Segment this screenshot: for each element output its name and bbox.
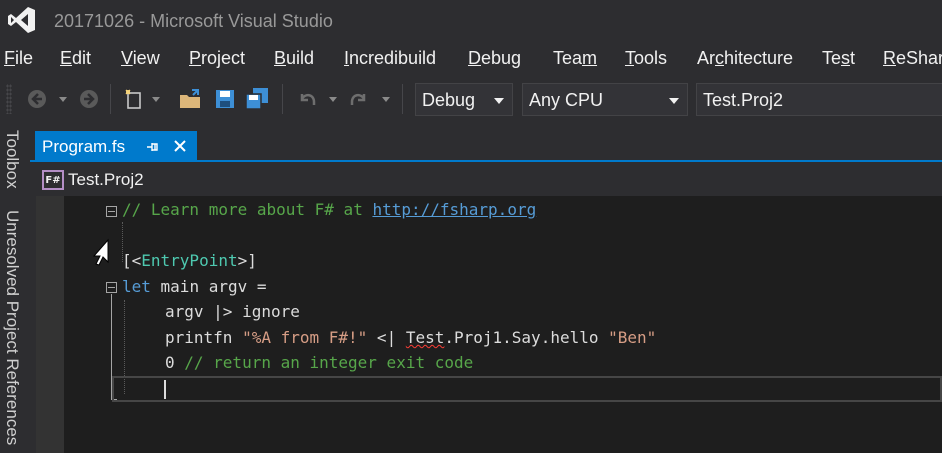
unresolved-project-references-tab[interactable]: Unresolved Project References [2, 210, 22, 445]
toolbox-tab[interactable]: Toolbox [2, 130, 22, 189]
menu-build[interactable]: Build [274, 48, 314, 69]
tab-label: Program.fs [42, 137, 126, 156]
menu-resharper[interactable]: ReSharper [883, 48, 942, 69]
menu-test[interactable]: Test [822, 48, 855, 69]
code-editor[interactable]: // Learn more about F# at http://fsharp.… [36, 196, 942, 453]
chevron-down-icon [494, 98, 504, 104]
new-project-button[interactable] [122, 86, 148, 112]
toolbar-separator [402, 84, 403, 114]
forward-icon [80, 90, 98, 108]
forward-button[interactable] [76, 86, 102, 112]
undo-button[interactable] [294, 86, 320, 112]
close-icon[interactable] [172, 138, 188, 154]
menu-bar: File Edit View Project Build Incredibuil… [0, 42, 942, 76]
code-line-3: [<EntryPoint>] [122, 251, 257, 270]
save-icon [216, 90, 234, 108]
menu-project[interactable]: Project [189, 48, 245, 69]
toolbar-separator [110, 84, 111, 114]
collapse-region-icon[interactable] [106, 206, 117, 217]
back-button[interactable] [24, 86, 50, 112]
redo-dropdown-icon[interactable] [382, 97, 390, 102]
mouse-pointer-icon [92, 238, 109, 266]
menu-debug[interactable]: Debug [468, 48, 521, 69]
text-caret [164, 380, 166, 399]
open-file-button[interactable] [178, 86, 204, 112]
menu-team[interactable]: Team [553, 48, 597, 69]
redo-button[interactable] [346, 86, 372, 112]
solution-platform-select[interactable]: Any CPU [522, 83, 688, 116]
menu-view[interactable]: View [121, 48, 160, 69]
code-line-1: // Learn more about F# at http://fsharp.… [122, 200, 537, 219]
menu-edit[interactable]: Edit [60, 48, 91, 69]
tab-program-fs[interactable]: Program.fs [35, 131, 197, 162]
visual-studio-logo-icon [8, 7, 35, 33]
save-all-icon [245, 88, 268, 110]
solution-configuration-select[interactable]: Debug [415, 83, 513, 116]
menu-architecture[interactable]: Architecture [697, 48, 793, 69]
startup-project-value: Test.Proj2 [703, 90, 784, 110]
new-project-icon [125, 89, 141, 109]
editor-left-margin [36, 196, 64, 453]
current-line-highlight [112, 376, 942, 402]
fsharp-org-link[interactable]: http://fsharp.org [372, 200, 536, 219]
undo-dropdown-icon[interactable] [329, 97, 337, 102]
code-line-4: let main argv = [122, 277, 267, 296]
error-squiggle[interactable]: Test [406, 328, 445, 347]
toolbar-grip[interactable] [6, 84, 12, 114]
solution-platform-value: Any CPU [529, 90, 604, 110]
standard-toolbar: Debug Any CPU Test.Proj2 [0, 76, 942, 126]
title-bar: 20171026 - Microsoft Visual Studio [0, 0, 942, 42]
menu-incredibuild[interactable]: Incredibuild [344, 48, 436, 69]
side-tool-strip: Toolbox Unresolved Project References [0, 126, 30, 453]
save-all-button[interactable] [244, 86, 270, 112]
toolbar-separator [282, 84, 283, 114]
fsharp-project-icon: F# [42, 170, 64, 190]
chevron-down-icon [669, 98, 679, 104]
startup-project-select[interactable]: Test.Proj2 [696, 83, 942, 116]
undo-icon [300, 93, 316, 105]
open-file-icon [180, 89, 200, 108]
pin-icon[interactable] [144, 139, 160, 155]
back-icon [28, 90, 46, 108]
back-dropdown-icon[interactable] [59, 97, 67, 102]
menu-tools[interactable]: Tools [625, 48, 667, 69]
menu-file[interactable]: File [4, 48, 33, 69]
solution-configuration-value: Debug [422, 90, 476, 110]
code-line-5: argv |> ignore [165, 302, 300, 321]
collapse-region-icon[interactable] [106, 282, 117, 293]
new-project-dropdown-icon[interactable] [152, 97, 160, 102]
code-line-7: 0 // return an integer exit code [165, 353, 474, 372]
document-tab-well: Program.fs [30, 126, 942, 162]
project-dropdown-label: Test.Proj2 [68, 170, 144, 189]
redo-icon [350, 93, 366, 105]
save-button[interactable] [212, 86, 238, 112]
window-title: 20171026 - Microsoft Visual Studio [54, 11, 333, 31]
code-line-6: printfn "%A from F#!" <| Test.Proj1.Say.… [165, 328, 657, 347]
project-navigation-bar[interactable]: F# Test.Proj2 [36, 166, 942, 196]
